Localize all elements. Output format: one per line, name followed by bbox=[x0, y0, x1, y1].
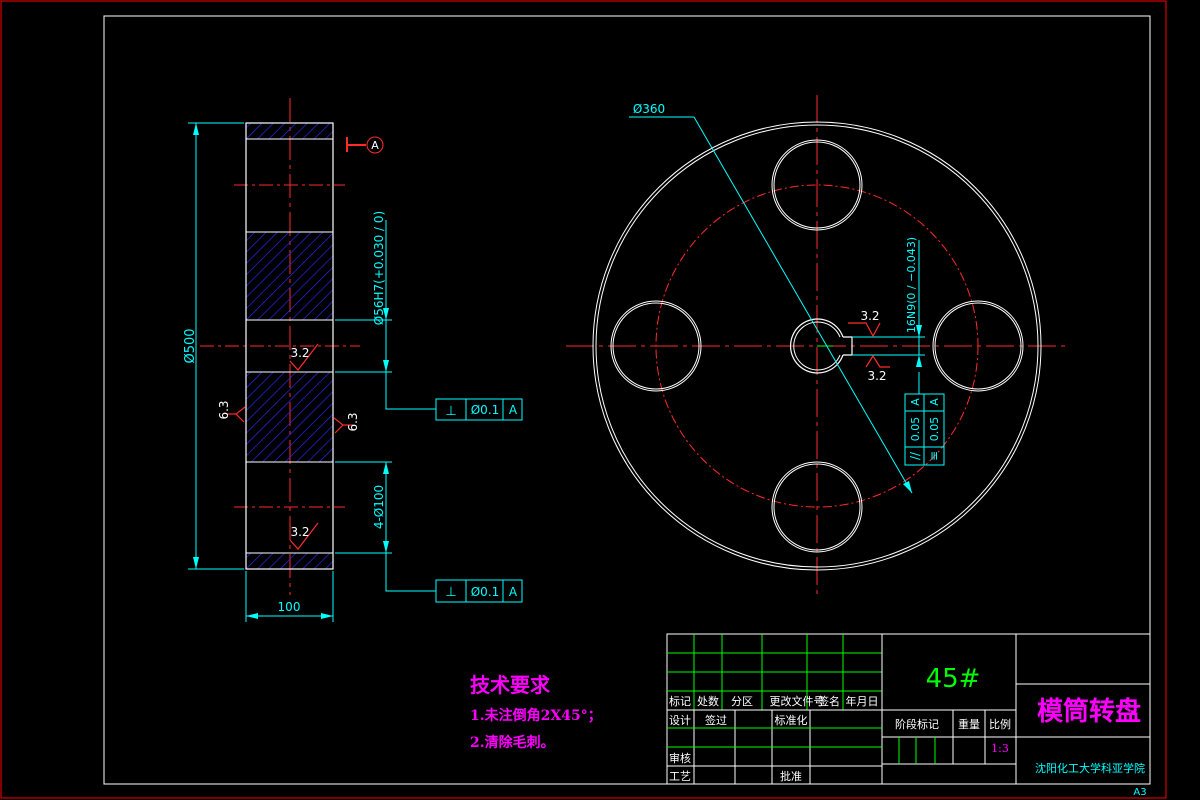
review-label: 审核 bbox=[669, 751, 691, 765]
arrow-head bbox=[903, 481, 912, 493]
datum-label: A bbox=[371, 139, 379, 152]
arrow-head bbox=[916, 355, 922, 367]
svg-text:6.3: 6.3 bbox=[217, 400, 231, 419]
dim-holes: 4-Ø100 bbox=[372, 485, 386, 529]
scale-value: 1:3 bbox=[991, 742, 1009, 755]
drawing-canvas: A Ø500 100 Ø56H7(+0.030 / 0) 4-Ø100 3.2 … bbox=[0, 0, 1167, 799]
svg-text:⊥: ⊥ bbox=[445, 585, 456, 600]
material-text: 45# bbox=[926, 664, 981, 694]
tolerance-frame-1: ⊥ Ø0.1 A bbox=[435, 398, 523, 421]
arrow-head bbox=[193, 557, 199, 569]
dim-keyway: 16N9(0 / −0.043) bbox=[905, 237, 918, 333]
title-block: 标记 处数 分区 更改文件号 签名 年月日 设计 签过 标准化 审核 工艺 批准… bbox=[666, 633, 1151, 785]
svg-text:6.3: 6.3 bbox=[346, 412, 360, 431]
front-view: Ø360 16N9(0 / −0.043) 3.2 3.2 A 0.05 // … bbox=[566, 95, 1070, 598]
dim-bore: Ø56H7(+0.030 / 0) bbox=[372, 211, 386, 325]
process-label: 工艺 bbox=[669, 770, 691, 783]
svg-text:Ø0.1: Ø0.1 bbox=[471, 403, 500, 417]
roughness-symbol-left: 6.3 bbox=[217, 400, 246, 423]
dim-pitch-circle: Ø360 bbox=[633, 102, 665, 116]
part-name: 模筒转盘 bbox=[1037, 696, 1141, 727]
title-header: 更改文件号 bbox=[770, 694, 825, 708]
arrow-head bbox=[246, 613, 258, 619]
arrow-head bbox=[383, 462, 389, 474]
hatch-upper-mid bbox=[246, 232, 333, 320]
svg-text:Ø0.1: Ø0.1 bbox=[471, 585, 500, 599]
sign-label: 签过 bbox=[705, 713, 727, 727]
roughness-symbol-bottom: 3.2 bbox=[289, 522, 319, 550]
title-header: 标记 bbox=[669, 694, 691, 708]
hatch-bottom bbox=[246, 553, 333, 569]
tech-title: 技术要求 bbox=[470, 673, 551, 697]
arrow-head bbox=[383, 360, 389, 372]
svg-text:A: A bbox=[509, 403, 518, 417]
title-header: 分区 bbox=[731, 695, 753, 708]
svg-text:0.05: 0.05 bbox=[928, 417, 941, 442]
svg-text:3.2: 3.2 bbox=[290, 525, 309, 539]
arrow-head bbox=[383, 541, 389, 553]
title-header: 年月日 bbox=[846, 694, 879, 708]
svg-text:A: A bbox=[509, 585, 518, 599]
dim-overall-diameter: Ø500 bbox=[183, 328, 198, 363]
school-name: 沈阳化工大学科亚学院 bbox=[1035, 761, 1145, 775]
roughness-keyway-top: 3.2 bbox=[848, 309, 881, 338]
sheet-size: A3 bbox=[1133, 787, 1146, 798]
hatch-lower-mid bbox=[246, 372, 333, 462]
weight-label: 重量 bbox=[958, 717, 980, 731]
scale-label: 比例 bbox=[989, 717, 1011, 731]
leader-line bbox=[385, 553, 436, 592]
tech-requirements: 技术要求 1.未注倒角2X45°； 2.清除毛刺。 bbox=[470, 673, 602, 751]
title-header: 处数 bbox=[697, 695, 719, 708]
svg-text:A: A bbox=[928, 398, 941, 406]
tolerance-frame-front: A 0.05 // A 0.05 ≡ bbox=[904, 393, 945, 466]
arrow-head bbox=[321, 613, 333, 619]
svg-text:⊥: ⊥ bbox=[445, 404, 456, 419]
outer-trim-border bbox=[0, 0, 1167, 799]
hatch-top bbox=[246, 123, 333, 139]
tech-item-1: 1.未注倒角2X45°； bbox=[470, 707, 602, 724]
tech-item-2: 2.清除毛刺。 bbox=[470, 734, 555, 751]
roughness-keyway-bottom: 3.2 bbox=[865, 354, 890, 383]
dim-width: 100 bbox=[278, 600, 301, 614]
svg-text:3.2: 3.2 bbox=[290, 346, 309, 360]
leader-line bbox=[385, 372, 436, 410]
roughness-symbol-top: 3.2 bbox=[289, 343, 319, 371]
arrow-head bbox=[193, 123, 199, 135]
tolerance-frame-2: ⊥ Ø0.1 A bbox=[435, 579, 523, 603]
svg-text:≡: ≡ bbox=[927, 451, 941, 461]
design-label: 设计 bbox=[669, 714, 691, 727]
standard-label: 标准化 bbox=[775, 713, 808, 727]
approve-label: 批准 bbox=[780, 769, 802, 783]
dim-line-pitch bbox=[693, 116, 913, 494]
roughness-symbol-right: 6.3 bbox=[333, 412, 360, 434]
svg-text:A: A bbox=[909, 398, 922, 406]
svg-text://: // bbox=[908, 451, 922, 460]
svg-text:3.2: 3.2 bbox=[860, 309, 879, 323]
stage-label: 阶段标记 bbox=[895, 717, 939, 731]
title-header: 签名 bbox=[818, 694, 840, 708]
side-view: A Ø500 100 Ø56H7(+0.030 / 0) 4-Ø100 3.2 … bbox=[183, 98, 523, 622]
svg-text:0.05: 0.05 bbox=[909, 417, 922, 442]
svg-text:3.2: 3.2 bbox=[867, 369, 886, 383]
